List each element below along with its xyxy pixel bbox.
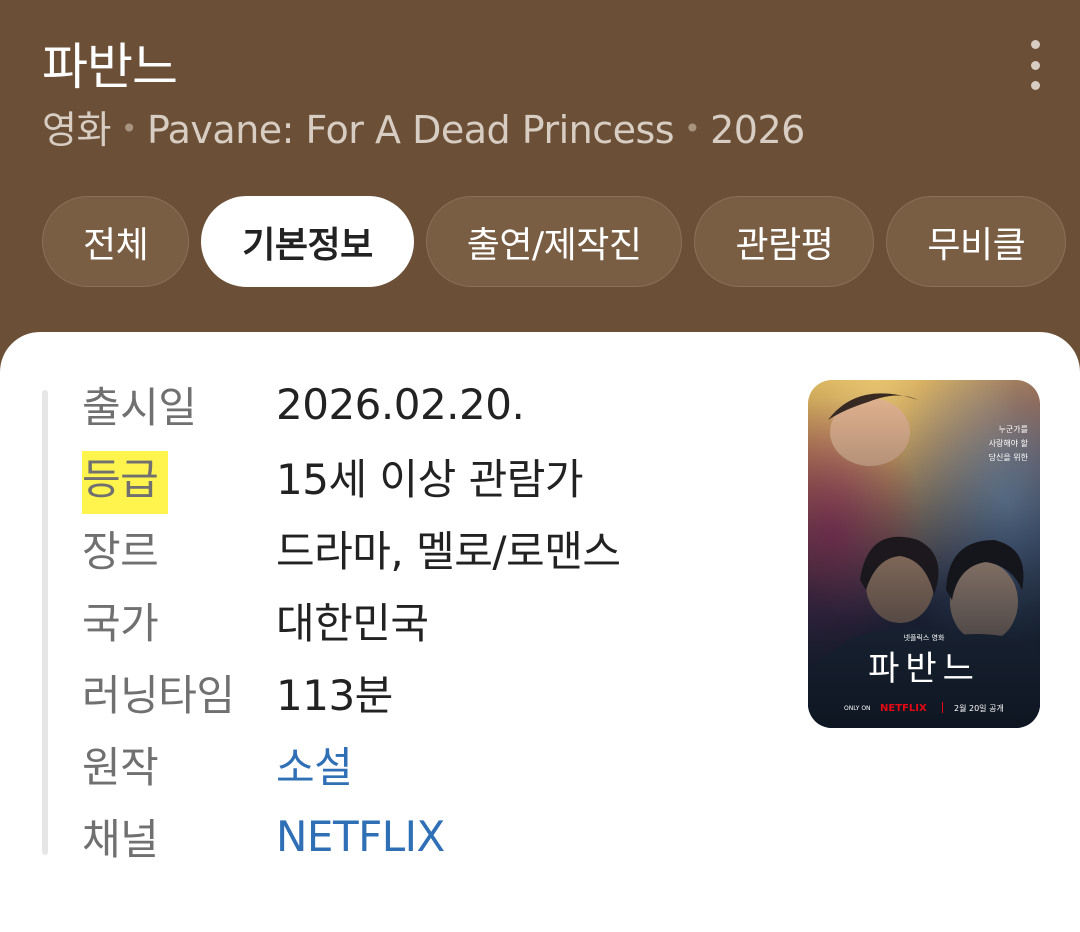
poster-small-copy: 넷플릭스 영화 [904,633,945,642]
info-row-country: 국가 대한민국 [82,585,429,655]
info-row-genre: 장르 드라마, 멜로/로맨스 [82,513,621,583]
poster-release-date: 2월 20일 공개 [954,703,1004,713]
info-label: 러닝타임 [82,670,235,720]
separator-dot: • [684,112,701,145]
poster-title: 파반느 [868,649,980,689]
tab-all[interactable]: 전체 [42,196,190,287]
poster-art: 누군가를 사랑해야 할 당신을 위한 넷플릭스 영화 파반느 ONLY ON N… [808,380,1040,728]
poster-tagline-1: 누군가를 [999,425,1028,434]
poster-only-on: ONLY ON [844,705,871,712]
more-options-icon[interactable] [1020,40,1050,90]
info-label: 장르 [82,526,159,576]
movie-title: 파반느 [42,38,178,96]
info-value: 드라마, 멜로/로맨스 [276,526,621,576]
tab-basic-info[interactable]: 기본정보 [201,196,414,287]
info-row-original-work: 원작 소설 [82,729,353,799]
poster-tagline-3: 당신을 위한 [989,452,1029,462]
original-work-link[interactable]: 소설 [276,734,353,795]
info-label: 원작 [82,742,159,792]
tab-reviews[interactable]: 관람평 [694,196,875,287]
info-label: 등급 [82,450,169,514]
info-row-running-time: 러닝타임 113분 [82,657,393,727]
release-year: 2026 [710,108,805,152]
original-title: Pavane: For A Dead Princess [146,108,675,152]
movie-type: 영화 [42,108,111,152]
movie-poster[interactable]: 누군가를 사랑해야 할 당신을 위한 넷플릭스 영화 파반느 ONLY ON N… [808,380,1040,728]
more-dot [1030,40,1040,49]
info-row-release-date: 출시일 2026.02.20. [82,369,525,439]
more-dot [1030,60,1040,70]
movie-subtitle: 영화 • Pavane: For A Dead Princess • 2026 [42,104,805,160]
info-value: 15세 이상 관람가 [276,454,584,504]
info-row-rating: 등급 15세 이상 관람가 [82,441,584,514]
poster-netflix-logo: NETFLIX [880,703,927,714]
tab-movieclip[interactable]: 무비클 [886,196,1067,287]
more-dot [1030,81,1040,90]
info-label-highlighted: 등급 [82,446,276,514]
info-label: 국가 [82,598,159,648]
tab-bar: 전체 기본정보 출연/제작진 관람평 무비클 [42,196,1067,289]
info-row-channel: 채널 NETFLIX [82,801,445,871]
info-value: 대한민국 [276,598,429,648]
poster-tagline-2: 사랑해야 할 [989,438,1029,448]
info-label: 출시일 [82,382,197,432]
info-label: 채널 [82,814,159,864]
section-rail [42,390,48,855]
separator-dot: • [120,112,138,145]
info-value: 113분 [276,670,393,720]
tab-cast-crew[interactable]: 출연/제작진 [425,196,683,287]
info-value: 2026.02.20. [276,379,525,429]
channel-link[interactable]: NETFLIX [276,812,445,861]
movie-header: 파반느 영화 • Pavane: For A Dead Princess • 2026 … [0,0,1080,360]
